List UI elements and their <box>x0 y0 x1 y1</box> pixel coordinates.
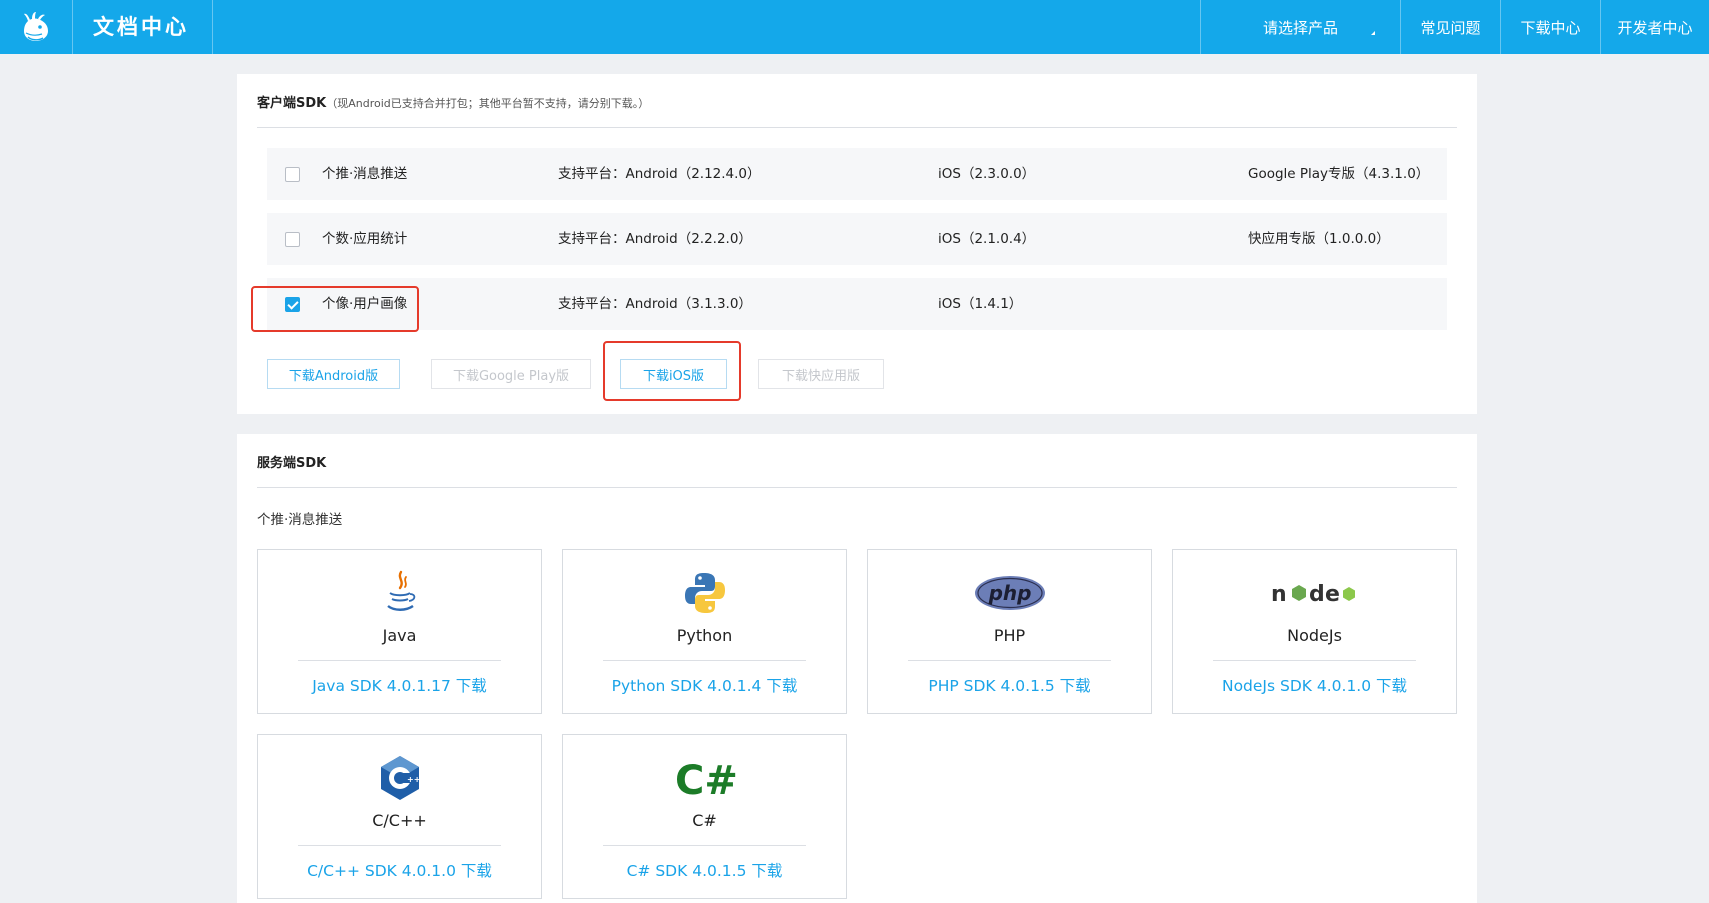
sdk-card-name: NodeJs <box>1287 626 1342 645</box>
sdk-android-version: 支持平台：Android（2.12.4.0） <box>558 166 761 182</box>
product-select[interactable]: 请选择产品 <box>1200 0 1400 54</box>
svg-text:d: d <box>1309 582 1325 607</box>
python-sdk-download-link[interactable]: Python SDK 4.0.1.4 下载 <box>563 674 846 696</box>
download-android-button[interactable]: 下载Android版 <box>267 359 400 389</box>
download-googleplay-button[interactable]: 下载Google Play版 <box>431 359 591 389</box>
sdk-card-java: Java Java SDK 4.0.1.17 下载 <box>257 549 542 714</box>
client-divider <box>257 127 1457 128</box>
csharp-icon: C# <box>563 753 846 803</box>
sdk-extra-version: Google Play专版（4.3.1.0） <box>1248 166 1430 182</box>
nav-developer-center[interactable]: 开发者中心 <box>1600 0 1709 54</box>
sdk-card-cpp: ++ C/C++ C/C++ SDK 4.0.1.0 下载 <box>257 734 542 899</box>
sdk-card-name: C# <box>692 811 717 830</box>
brand-divider <box>212 0 213 54</box>
sdk-card-python: Python Python SDK 4.0.1.4 下载 <box>562 549 847 714</box>
product-select-label: 请选择产品 <box>1262 18 1338 37</box>
card-divider <box>603 845 806 846</box>
nav-download-center-label: 下载中心 <box>1520 18 1581 37</box>
highlight-box-ios-button <box>603 341 741 401</box>
brand-title: 文档中心 <box>93 15 189 39</box>
nodejs-icon: n d e <box>1173 568 1456 618</box>
nav-faq[interactable]: 常见问题 <box>1400 0 1500 54</box>
client-sdk-panel: 客户端SDK（现Android已支持合并打包；其他平台暂不支持，请分别下载。） … <box>237 74 1477 414</box>
nodejs-sdk-download-link[interactable]: NodeJs SDK 4.0.1.0 下载 <box>1173 674 1456 696</box>
card-divider <box>908 660 1111 661</box>
nav-download-center[interactable]: 下载中心 <box>1500 0 1600 54</box>
sdk-card-name: Python <box>676 626 733 645</box>
top-navbar: 文档中心 请选择产品 常见问题 下载中心 开发者中心 <box>0 0 1709 54</box>
sdk-row-push: 个推·消息推送 支持平台：Android（2.12.4.0） iOS（2.3.0… <box>267 148 1447 200</box>
sdk-card-name: C/C++ <box>372 811 427 830</box>
download-quickapp-button[interactable]: 下载快应用版 <box>758 359 884 389</box>
svg-text:++: ++ <box>407 775 420 784</box>
java-icon <box>258 568 541 618</box>
sdk-card-php: php PHP PHP SDK 4.0.1.5 下载 <box>867 549 1152 714</box>
sdk-extra-version: 快应用专版（1.0.0.0） <box>1248 231 1390 247</box>
sdk-card-csharp: C# C# C# SDK 4.0.1.5 下载 <box>562 734 847 899</box>
svg-text:C#: C# <box>675 758 737 800</box>
sdk-checkbox-stats[interactable] <box>285 232 300 247</box>
cpp-sdk-download-link[interactable]: C/C++ SDK 4.0.1.0 下载 <box>258 859 541 881</box>
sdk-android-version: 支持平台：Android（3.1.3.0） <box>558 296 752 312</box>
sdk-ios-version: iOS（2.1.0.4） <box>938 231 1036 247</box>
whale-logo-icon <box>24 12 48 41</box>
nav-faq-label: 常见问题 <box>1420 18 1481 37</box>
sdk-row-stats: 个数·应用统计 支持平台：Android（2.2.2.0） iOS（2.1.0.… <box>267 213 1447 265</box>
php-icon: php <box>868 568 1151 618</box>
cpp-icon: ++ <box>258 753 541 803</box>
csharp-sdk-download-link[interactable]: C# SDK 4.0.1.5 下载 <box>563 859 846 881</box>
svg-text:n: n <box>1271 582 1287 607</box>
client-sdk-heading: 客户端SDK（现Android已支持合并打包；其他平台暂不支持，请分别下载。） <box>257 92 649 114</box>
logo[interactable] <box>0 0 73 54</box>
python-icon <box>563 568 846 618</box>
sdk-card-nodejs: n d e NodeJs NodeJs SDK 4.0.1.0 下载 <box>1172 549 1457 714</box>
card-divider <box>298 845 501 846</box>
card-divider <box>298 660 501 661</box>
nav-developer-center-label: 开发者中心 <box>1617 18 1693 37</box>
server-sdk-panel: 服务端SDK 个推·消息推送 Java Java SDK 4.0.1.17 下载 <box>237 434 1477 903</box>
sdk-name: 个数·应用统计 <box>322 231 408 247</box>
sdk-row-portrait: 个像·用户画像 支持平台：Android（3.1.3.0） iOS（1.4.1） <box>267 278 1447 330</box>
dropdown-caret-icon <box>1371 31 1375 35</box>
sdk-checkbox-push[interactable] <box>285 167 300 182</box>
sdk-ios-version: iOS（2.3.0.0） <box>938 166 1036 182</box>
svg-text:php: php <box>987 581 1031 605</box>
sdk-android-version: 支持平台：Android（2.2.2.0） <box>558 231 752 247</box>
client-sdk-title: 客户端SDK <box>257 96 327 111</box>
php-sdk-download-link[interactable]: PHP SDK 4.0.1.5 下载 <box>868 674 1151 696</box>
server-sdk-title: 服务端SDK <box>257 456 327 471</box>
sdk-ios-version: iOS（1.4.1） <box>938 296 1023 312</box>
client-sdk-note: （现Android已支持合并打包；其他平台暂不支持，请分别下载。） <box>326 97 650 110</box>
card-divider <box>1213 660 1416 661</box>
server-sdk-subtitle: 个推·消息推送 <box>257 512 343 528</box>
highlight-box-checkbox <box>251 286 419 332</box>
java-sdk-download-link[interactable]: Java SDK 4.0.1.17 下载 <box>258 674 541 696</box>
sdk-card-name: Java <box>382 626 417 645</box>
svg-text:e: e <box>1325 582 1340 607</box>
sdk-name: 个推·消息推送 <box>322 166 408 182</box>
server-divider <box>257 487 1457 488</box>
sdk-card-name: PHP <box>993 626 1026 645</box>
server-sdk-heading: 服务端SDK <box>257 452 326 474</box>
card-divider <box>603 660 806 661</box>
